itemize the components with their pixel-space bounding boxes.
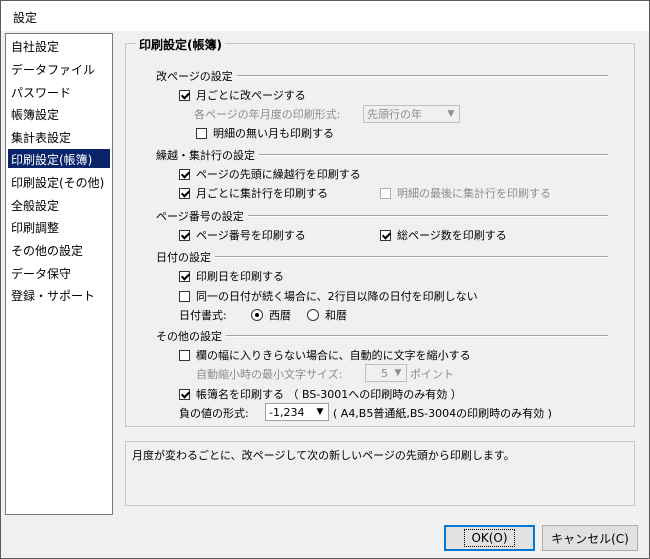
description-box: 月度が変わるごとに、改ページして次の新しいページの先頭から印刷します。 [125,441,635,506]
sidebar-item-company[interactable]: 自社設定 [8,36,110,55]
negative-format-label: 負の値の形式: [179,407,249,420]
print-page-number-checkbox[interactable]: ページ番号を印刷する [179,227,306,243]
radio-label: 西暦 [269,309,291,322]
section-title-carry: 繰越・集計行の設定 [156,147,259,163]
checkbox-box[interactable] [179,388,190,400]
date-format-label: 日付書式: [179,309,227,322]
checkbox-label: ページの先頭に繰越行を印刷する [196,168,361,181]
sidebar-item-general[interactable]: 全般設定 [8,195,110,214]
radio-dot[interactable] [307,309,319,321]
cancel-button-label: キャンセル(C) [551,531,629,546]
select-value: 先頭行の年 [367,108,422,121]
checkbox-box[interactable] [179,349,190,361]
window-title: 設定 [1,1,649,31]
page-title: 印刷設定(帳簿) [136,36,225,53]
chevron-down-icon: ▼ [394,368,402,378]
sidebar-item-book-settings[interactable]: 帳簿設定 [8,104,110,123]
ok-button-label: OK(O) [464,529,515,547]
print-total-pages-checkbox[interactable]: 総ページ数を印刷する [380,227,507,243]
date-format-japanese-radio[interactable]: 和暦 [307,307,347,323]
settings-window: 設定 自社設定 データファイル パスワード 帳簿設定 集計表設定 印刷設定(帳簿… [0,0,650,559]
checkbox-box[interactable] [179,187,190,199]
section-title-page-break: 改ページの設定 [156,68,237,84]
print-book-name-checkbox[interactable]: 帳簿名を印刷する （ BS-3001への印刷時のみ有効 ） [179,386,462,402]
year-print-format-select[interactable]: 先頭行の年 ▼ [363,105,460,123]
chevron-down-icon: ▼ [316,407,324,417]
checkbox-label: 明細の最後に集計行を印刷する [397,187,551,200]
sidebar-item-print-other[interactable]: 印刷設定(その他) [8,172,110,191]
sidebar-item-print-book[interactable]: 印刷設定(帳簿) [8,149,110,168]
sidebar-item-summary[interactable]: 集計表設定 [8,127,110,146]
checkbox-label: 月ごとに改ページする [196,89,306,102]
year-print-format-label: 各ページの年月度の印刷形式: [194,108,341,121]
print-empty-months-checkbox[interactable]: 明細の無い月も印刷する [196,125,334,141]
sidebar-item-other[interactable]: その他の設定 [8,240,110,259]
checkbox-label: 総ページ数を印刷する [397,229,507,242]
monthly-break-checkbox[interactable]: 月ごとに改ページする [179,87,306,103]
checkbox-label: 欄の幅に入りきらない場合に、自動的に文字を縮小する [196,349,471,362]
section-title-date: 日付の設定 [156,249,215,265]
checkbox-box[interactable] [196,127,207,139]
sidebar-item-maintenance[interactable]: データ保守 [8,263,110,282]
checkbox-box[interactable] [179,229,190,241]
section-title-page-number: ページ番号の設定 [156,208,248,224]
sidebar-item-support[interactable]: 登録・サポート [8,285,110,304]
checkbox-label: ページ番号を印刷する [196,229,306,242]
date-format-western-radio[interactable]: 西暦 [251,307,291,323]
checkbox-label: 同一の日付が続く場合に、2行目以降の日付を印刷しない [196,290,478,303]
shrink-text-checkbox[interactable]: 欄の幅に入りきらない場合に、自動的に文字を縮小する [179,347,471,363]
checkbox-box[interactable] [179,270,190,282]
checkbox-label: 明細の無い月も印刷する [213,127,334,140]
checkbox-label: 月ごとに集計行を印刷する [196,187,328,200]
negative-format-select[interactable]: -1,234 ▼ [265,403,329,421]
select-value: -1,234 [269,405,305,419]
point-unit-label: ポイント [410,368,454,381]
radio-label: 和暦 [325,309,347,322]
total-at-last-checkbox[interactable]: 明細の最後に集計行を印刷する [380,185,551,201]
carry-at-top-checkbox[interactable]: ページの先頭に繰越行を印刷する [179,166,361,182]
chevron-down-icon: ▼ [447,109,455,119]
checkbox-box[interactable] [380,229,391,241]
min-font-size-label: 自動縮小時の最小文字サイズ: [196,368,343,381]
sidebar-item-print-adjust[interactable]: 印刷調整 [8,217,110,236]
print-date-checkbox[interactable]: 印刷日を印刷する [179,268,284,284]
monthly-total-checkbox[interactable]: 月ごとに集計行を印刷する [179,185,328,201]
cancel-button[interactable]: キャンセル(C) [542,525,638,551]
checkbox-box[interactable] [179,290,190,302]
section-divider [156,256,608,258]
ok-button[interactable]: OK(O) [444,525,535,551]
checkbox-label: 印刷日を印刷する [196,270,284,283]
checkbox-box[interactable] [179,168,190,180]
sidebar-item-data-file[interactable]: データファイル [8,59,110,78]
checkbox-box[interactable] [380,187,391,199]
negative-format-note: ( A4,B5普通紙,BS-3004の印刷時のみ有効 ) [333,407,552,420]
same-date-checkbox[interactable]: 同一の日付が続く場合に、2行目以降の日付を印刷しない [179,288,478,304]
radio-dot[interactable] [251,309,263,321]
description-text: 月度が変わるごとに、改ページして次の新しいページの先頭から印刷します。 [132,449,515,462]
checkbox-label: 帳簿名を印刷する （ BS-3001への印刷時のみ有効 ） [196,388,462,401]
min-font-size-select[interactable]: 5 ▼ [365,364,407,382]
sidebar-item-password[interactable]: パスワード [8,82,110,101]
section-title-other: その他の設定 [156,328,226,344]
settings-category-list[interactable]: 自社設定 データファイル パスワード 帳簿設定 集計表設定 印刷設定(帳簿) 印… [5,33,113,515]
checkbox-box[interactable] [179,89,190,101]
